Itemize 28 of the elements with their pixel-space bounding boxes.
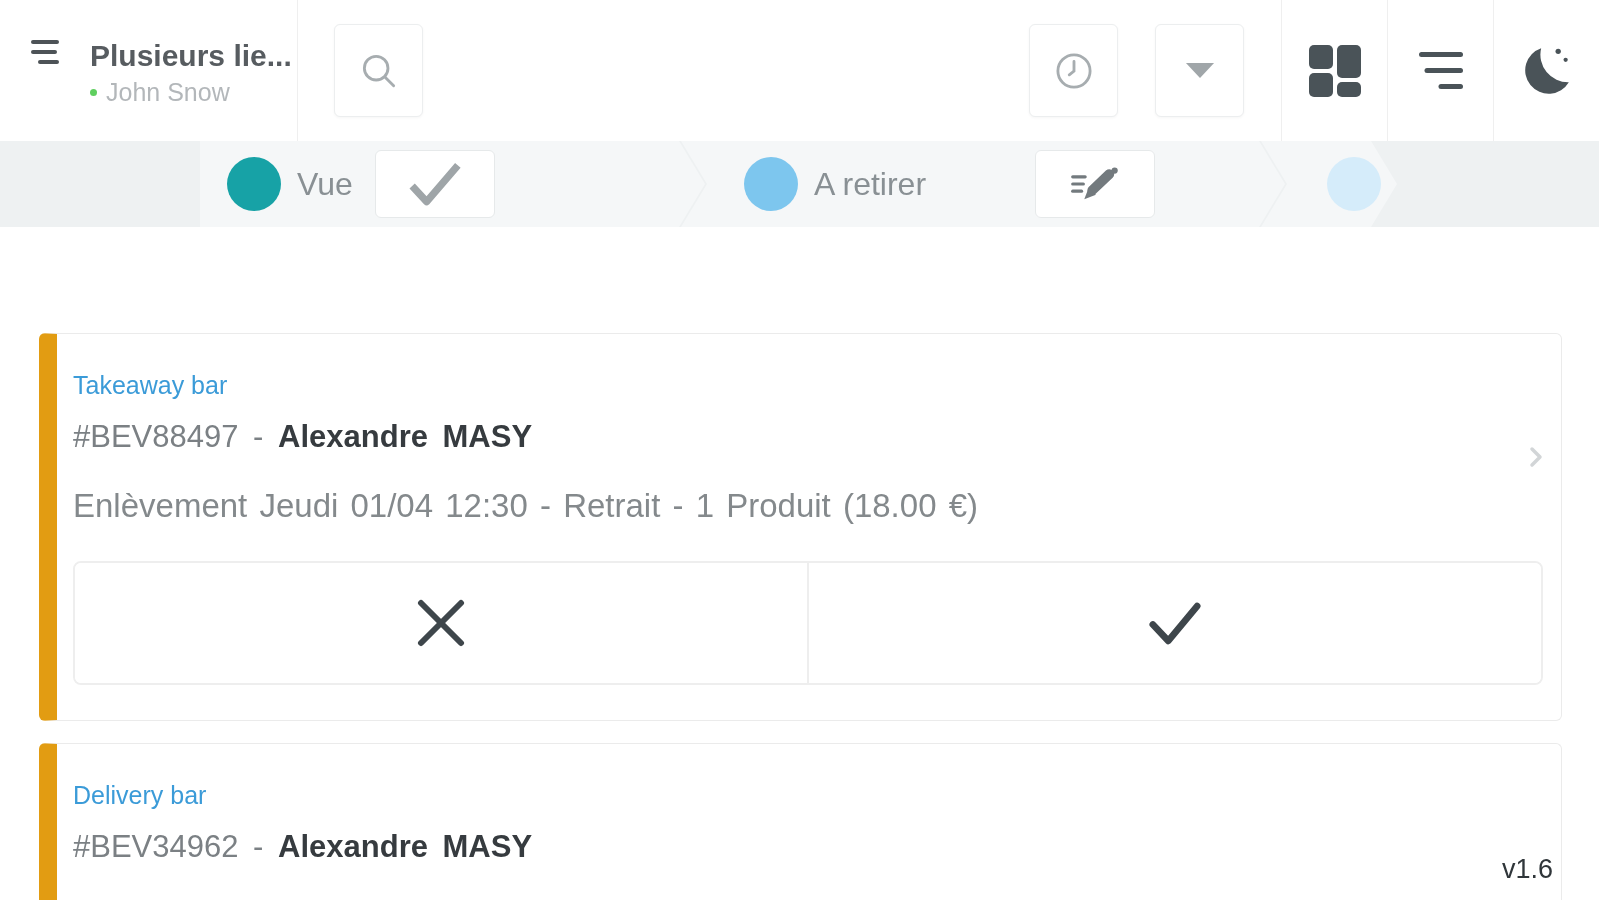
version-label: v1.6 xyxy=(1501,853,1553,885)
order-details: Enlèvement Jeudi 01/04 12:30 - Retrait - 1 Produit (18.00 €) xyxy=(73,487,978,525)
grid-icon xyxy=(1308,44,1361,97)
order-title: #BEV88497 - Alexandre MASY xyxy=(73,419,533,455)
location-title: Plusieurs lie... xyxy=(90,38,292,74)
step-label: A retirer xyxy=(814,165,928,203)
clock-icon xyxy=(1055,52,1092,89)
confirm-button[interactable] xyxy=(375,150,495,218)
search-icon xyxy=(361,53,396,88)
order-source: Takeaway bar xyxy=(73,370,228,400)
menu-button[interactable] xyxy=(31,40,59,64)
lines-icon xyxy=(1418,52,1463,89)
pen-icon xyxy=(1070,166,1120,202)
order-source: Delivery bar xyxy=(73,780,207,810)
check-icon xyxy=(1149,600,1201,646)
check-icon xyxy=(408,161,462,207)
search-button[interactable] xyxy=(334,24,423,117)
caret-icon xyxy=(1184,63,1215,78)
order-title: #BEV34962 - Alexandre MASY xyxy=(73,829,533,865)
step-label: Vue xyxy=(297,165,354,203)
cross-icon xyxy=(417,599,465,647)
clock-button[interactable] xyxy=(1029,24,1118,117)
moon-icon xyxy=(1523,46,1570,95)
chevron-right-icon xyxy=(1529,445,1543,468)
sign-button[interactable] xyxy=(1035,150,1155,218)
dropdown-button[interactable] xyxy=(1155,24,1244,117)
user-name: John Snow xyxy=(106,77,230,107)
menu-icon xyxy=(31,40,59,64)
